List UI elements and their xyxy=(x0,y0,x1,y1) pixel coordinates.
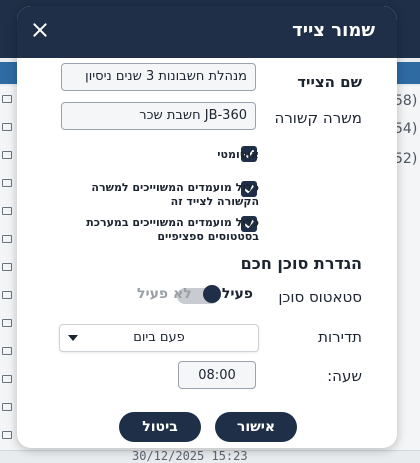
folder-icon xyxy=(2,123,12,131)
toggle-knob[interactable] xyxy=(203,285,221,303)
include-related-job-label: כלול מועמדים המשוייכים למשרה הקשורה לציי… xyxy=(91,181,259,208)
background-count: 58) xyxy=(394,93,418,109)
background-count: 54) xyxy=(394,121,418,137)
background-count: 52) xyxy=(394,151,418,167)
chevron-down-icon xyxy=(68,335,78,341)
related-job-label: משרה קשורה xyxy=(274,109,362,127)
frequency-select[interactable]: פעם ביום xyxy=(59,324,259,352)
folder-icon xyxy=(2,347,12,355)
auto-checkbox-label: אוטומטי xyxy=(217,148,259,161)
folder-icon xyxy=(2,403,12,411)
include-statuses-label: כלול מועמדים המשוייכים במערכת בסטטוסים ס… xyxy=(86,216,259,243)
folder-icon xyxy=(2,291,12,299)
toggle-off-label: לא פעיל xyxy=(137,286,192,302)
background-timestamp: 30/12/2025 15:23 xyxy=(132,449,248,463)
folder-icon xyxy=(2,207,12,215)
related-job-input[interactable]: JB-360 חשבת שכר xyxy=(61,102,256,130)
modal-header: שמור צייד xyxy=(17,6,397,58)
folder-icon xyxy=(2,95,12,103)
folder-icon xyxy=(2,235,12,243)
agent-status-label: סטאטוס סוכן xyxy=(278,288,362,306)
frequency-label: תדירות xyxy=(318,328,362,346)
frequency-select-value: פעם ביום xyxy=(133,330,185,345)
folder-icon xyxy=(2,263,12,271)
time-label: שעה: xyxy=(327,367,362,385)
confirm-button[interactable]: אישור xyxy=(215,412,297,442)
folder-icon xyxy=(2,431,12,439)
hunter-name-input[interactable]: מנהלת חשבונות 3 שנים ניסיון xyxy=(61,63,256,91)
folder-icon xyxy=(2,375,12,383)
save-hunter-modal: שמור צייד שם הצייד מנהלת חשבונות 3 שנים … xyxy=(17,6,397,448)
modal-title: שמור צייד xyxy=(292,20,375,41)
agent-status-toggle[interactable]: פעיל לא פעיל xyxy=(103,285,273,307)
smart-agent-section-title: הגדרת סוכן חכם xyxy=(240,254,362,273)
cancel-button[interactable]: ביטול xyxy=(119,412,201,442)
folder-icon xyxy=(2,179,12,187)
close-icon[interactable] xyxy=(31,21,49,39)
hunter-name-label: שם הצייד xyxy=(297,73,362,91)
folder-icon xyxy=(2,151,12,159)
folder-icon xyxy=(2,319,12,327)
toggle-on-label: פעיל xyxy=(221,286,253,302)
time-input[interactable]: 08:00 xyxy=(178,361,256,389)
